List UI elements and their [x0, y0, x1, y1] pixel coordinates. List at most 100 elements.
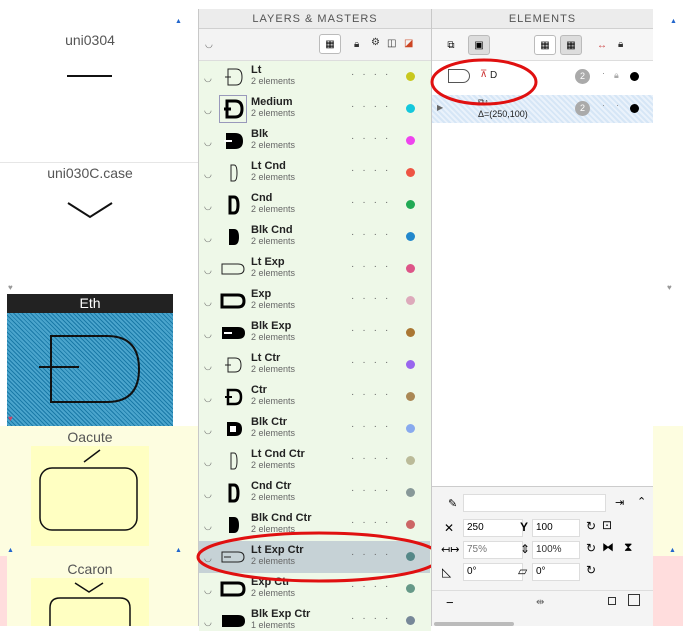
grid-view-button[interactable]: ▦	[560, 35, 582, 55]
layer-options[interactable]: ····	[351, 517, 396, 528]
list-view-button[interactable]: ▦	[534, 35, 556, 55]
slant-field[interactable]: 0°	[532, 563, 580, 581]
layer-color-dot[interactable]	[406, 456, 415, 465]
layer-color-dot[interactable]	[406, 488, 415, 497]
eth-cell[interactable]: Eth	[7, 294, 173, 426]
visibility-icon[interactable]: ◡	[204, 361, 212, 372]
scale-y-field[interactable]: 100%	[532, 541, 580, 559]
visibility-icon[interactable]: ◡	[204, 617, 212, 628]
layer-color-dot[interactable]	[406, 360, 415, 369]
layer-color-dot[interactable]	[406, 264, 415, 273]
layer-options[interactable]: ····	[351, 197, 396, 208]
split-icon[interactable]: ⇹	[536, 597, 544, 608]
large-square-icon[interactable]	[628, 594, 640, 606]
layer-color-dot[interactable]	[406, 296, 415, 305]
visibility-icon[interactable]: ◡	[204, 137, 212, 148]
layer-row[interactable]: ◡ Ctr 2 elements ····	[199, 381, 430, 413]
lock-icon[interactable]: 🔒︎	[354, 39, 359, 50]
layer-row[interactable]: ◡ Blk 2 elements ····	[199, 125, 430, 157]
swap-icon[interactable]: ↔	[597, 40, 607, 51]
scale-x-field[interactable]: 75%	[463, 541, 523, 559]
layer-color-dot[interactable]	[406, 168, 415, 177]
component-tool-button[interactable]: ▣	[468, 35, 490, 55]
layer-options[interactable]: ····	[351, 485, 396, 496]
align-icon[interactable]: ⊡	[602, 518, 612, 532]
layer-color-dot[interactable]	[406, 200, 415, 209]
layer-row[interactable]: ◡ Lt Cnd Ctr 2 elements ····	[199, 445, 430, 477]
layer-options[interactable]: ····	[351, 421, 396, 432]
color-icon[interactable]: ◪	[404, 38, 413, 49]
visibility-icon[interactable]: ◡	[204, 585, 212, 596]
color-dot[interactable]	[630, 72, 639, 81]
layer-options[interactable]: ····	[351, 357, 396, 368]
lock-icon[interactable]: 🔒︎	[614, 70, 619, 81]
more-icon[interactable]: ·	[616, 100, 619, 110]
layer-options[interactable]: ····	[351, 101, 396, 112]
visibility-icon[interactable]: ◡	[204, 297, 212, 308]
reset-icon[interactable]: ↻	[586, 519, 596, 533]
layer-options[interactable]: ····	[351, 69, 396, 80]
layer-row[interactable]: ◡ Blk Cnd 2 elements ····	[199, 221, 430, 253]
layer-color-dot[interactable]	[406, 104, 415, 113]
flip-vertical-icon[interactable]: ⧗	[624, 540, 632, 555]
glyph-canvas[interactable]: uni0304 uni030C.case ♥ Eth ♥ Oacute ▲ Cc…	[0, 0, 198, 626]
layer-color-dot[interactable]	[406, 392, 415, 401]
layer-color-dot[interactable]	[406, 328, 415, 337]
layer-options[interactable]: ····	[351, 613, 396, 624]
layer-color-dot[interactable]	[406, 424, 415, 433]
layer-row[interactable]: ◡ Cnd 2 elements ····	[199, 189, 430, 221]
layer-row[interactable]: ◡ Lt Ctr 2 elements ····	[199, 349, 430, 381]
eye-icon[interactable]: ◡	[205, 39, 213, 50]
visibility-icon[interactable]: ◡	[204, 233, 212, 244]
layer-row[interactable]: ◡ Lt Cnd 2 elements ····	[199, 157, 430, 189]
layer-row[interactable]: ◡ Blk Ctr 2 elements ····	[199, 413, 430, 445]
layer-row[interactable]: ◡ Blk Exp 2 elements ····	[199, 317, 430, 349]
gear-icon[interactable]: ⚙	[371, 37, 380, 48]
visibility-icon[interactable]: ◡	[204, 489, 212, 500]
small-square-icon[interactable]	[608, 597, 616, 605]
layer-row[interactable]: ◡ Medium 2 elements ····	[199, 93, 430, 125]
scrollbar[interactable]	[434, 622, 514, 626]
layer-color-dot[interactable]	[406, 136, 415, 145]
reset-icon[interactable]: ↻	[586, 563, 596, 577]
mask-icon[interactable]: ◫	[387, 38, 396, 49]
layer-row[interactable]: ◡ Cnd Ctr 2 elements ····	[199, 477, 430, 509]
more-icon[interactable]: ·	[602, 68, 605, 78]
visibility-icon[interactable]: ◡	[204, 265, 212, 276]
layer-color-dot[interactable]	[406, 232, 415, 241]
layer-options[interactable]: ····	[351, 389, 396, 400]
layer-row[interactable]: ◡ Lt 2 elements ····	[199, 61, 430, 93]
y-field[interactable]: 100	[532, 519, 580, 537]
layer-color-dot[interactable]	[406, 520, 415, 529]
lock-icon[interactable]: 🔒︎	[618, 39, 623, 50]
x-field[interactable]: 250	[463, 519, 523, 537]
layer-options[interactable]: ····	[351, 293, 396, 304]
glyph-canvas-right[interactable]: ▲ ♥ ▲	[653, 0, 683, 626]
layer-color-dot[interactable]	[406, 584, 415, 593]
visibility-icon[interactable]: ◡	[204, 169, 212, 180]
layer-color-dot[interactable]	[406, 616, 415, 625]
layer-options[interactable]: ····	[351, 261, 396, 272]
flip-horizontal-icon[interactable]: ⧓	[602, 540, 614, 554]
more-icon[interactable]: ·	[602, 100, 605, 110]
layer-options[interactable]: ····	[351, 325, 396, 336]
rotate-field[interactable]: 0°	[463, 563, 523, 581]
reset-icon[interactable]: ↻	[586, 541, 596, 555]
apply-icon[interactable]: ⇥	[615, 496, 624, 509]
collapse-icon[interactable]: ⌃	[637, 495, 646, 508]
layer-options[interactable]: ····	[351, 229, 396, 240]
select-tool-button[interactable]: ⧉	[440, 35, 462, 55]
visibility-icon[interactable]: ◡	[204, 457, 212, 468]
name-field[interactable]	[463, 494, 606, 512]
layer-row[interactable]: ◡ Lt Exp 2 elements ····	[199, 253, 430, 285]
layer-color-dot[interactable]	[406, 72, 415, 81]
view-toggle-button[interactable]: ▦	[319, 34, 341, 54]
visibility-icon[interactable]: ◡	[204, 425, 212, 436]
visibility-icon[interactable]: ◡	[204, 329, 212, 340]
visibility-icon[interactable]: ◡	[204, 201, 212, 212]
layer-options[interactable]: ····	[351, 453, 396, 464]
layer-options[interactable]: ····	[351, 133, 396, 144]
color-dot[interactable]	[630, 104, 639, 113]
layer-row[interactable]: ◡ Blk Exp Ctr 1 elements ····	[199, 605, 430, 637]
visibility-icon[interactable]: ◡	[204, 73, 212, 84]
